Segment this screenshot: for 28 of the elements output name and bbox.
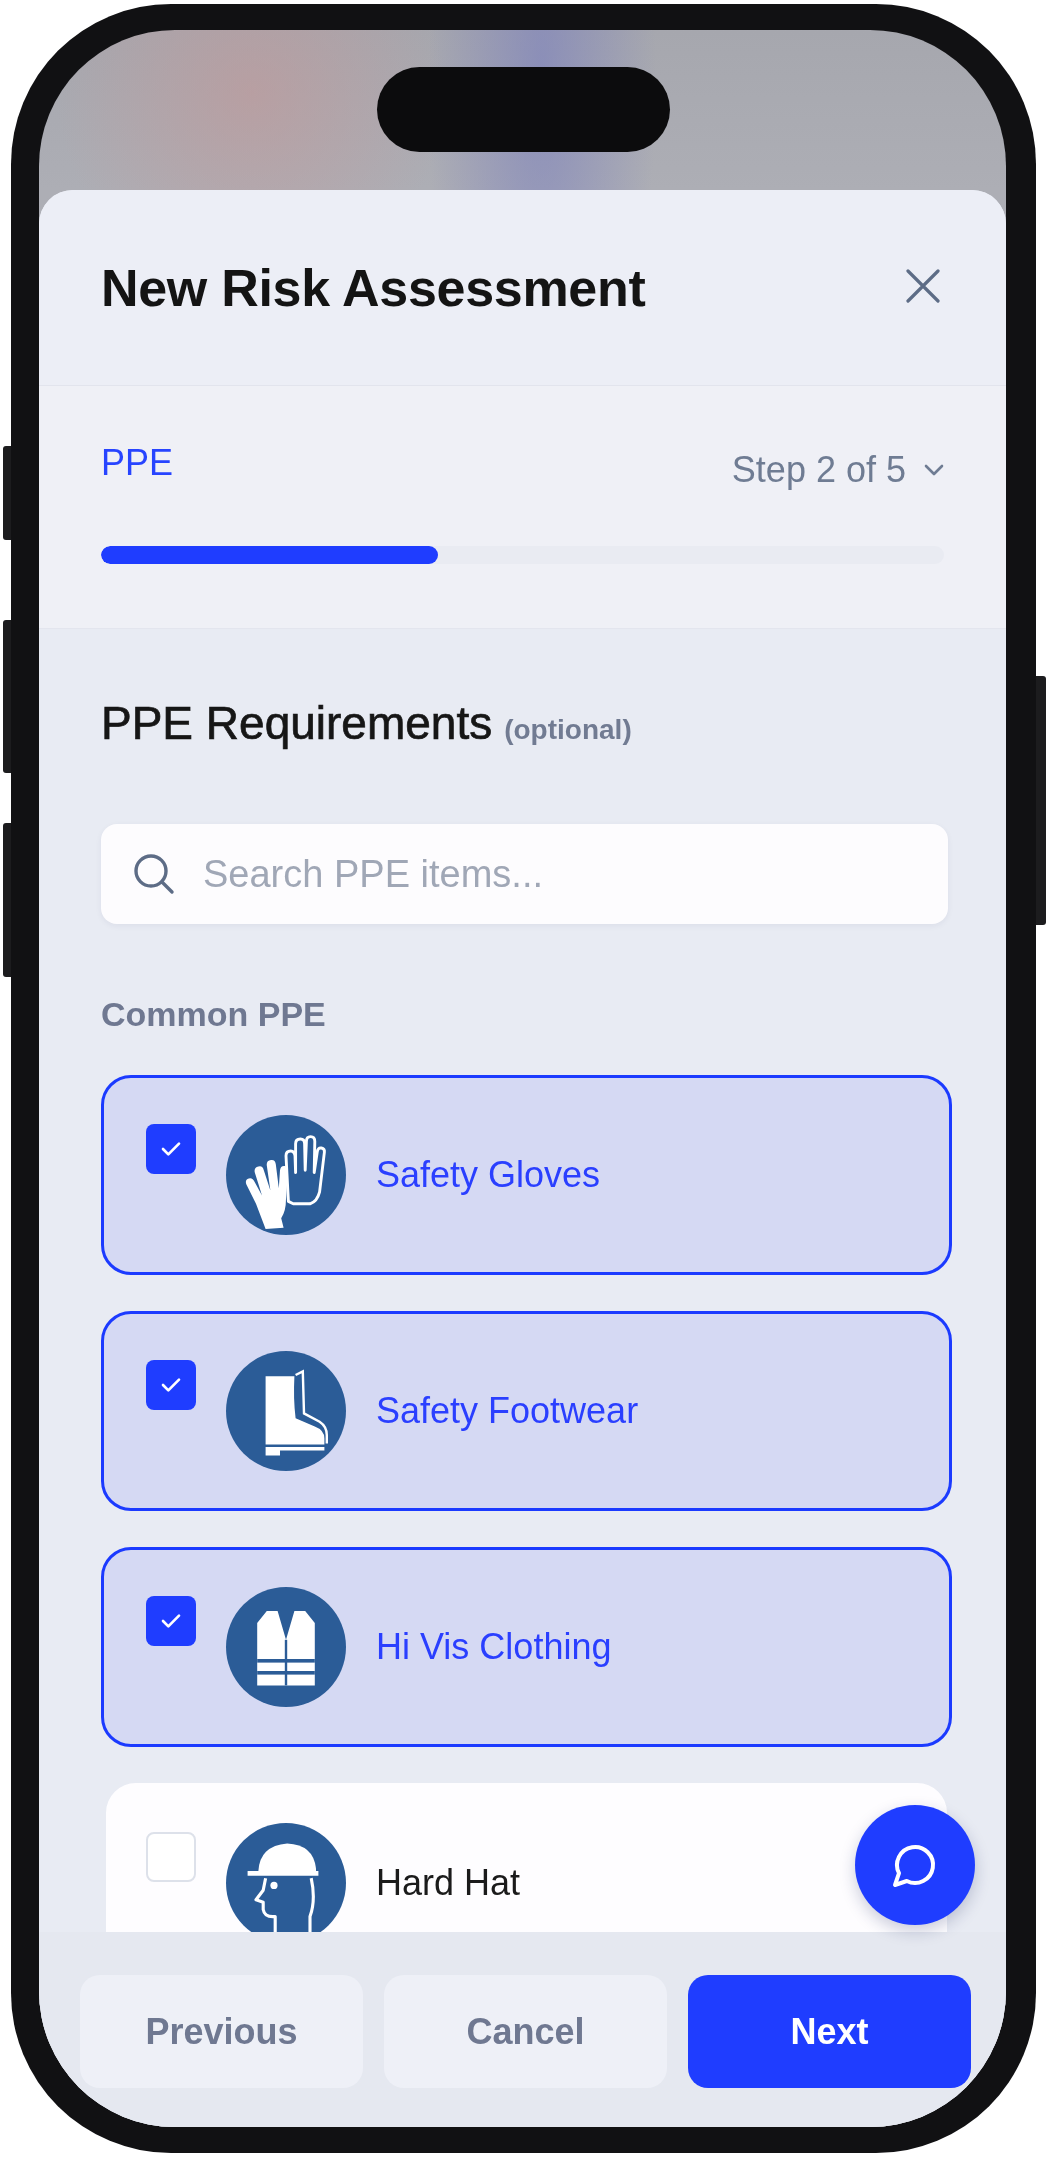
optional-note: (optional) (504, 713, 632, 747)
ppe-option-card[interactable]: Hard Hat (106, 1783, 947, 1932)
chevron-down-icon (924, 464, 944, 476)
previous-button[interactable]: Previous (80, 1975, 363, 2088)
ppe-option-card[interactable]: Safety Gloves (101, 1075, 952, 1275)
check-icon (160, 1141, 182, 1157)
ppe-option-card[interactable]: Hi Vis Clothing (101, 1547, 952, 1747)
checkbox[interactable] (146, 1832, 196, 1882)
step-name: PPE (101, 441, 174, 485)
section-heading: PPE Requirements (101, 696, 493, 751)
group-label: Common PPE (101, 994, 327, 1034)
check-icon (160, 1613, 182, 1629)
search-icon (133, 853, 175, 895)
checkbox[interactable] (146, 1360, 196, 1410)
search-field[interactable]: Search PPE items... (101, 824, 948, 924)
vest-icon (226, 1587, 346, 1707)
sheet-title: New Risk Assessment (101, 257, 646, 318)
cancel-button[interactable]: Cancel (384, 1975, 667, 2088)
checkbox[interactable] (146, 1596, 196, 1646)
ppe-option-card[interactable]: Safety Footwear (101, 1311, 952, 1511)
checkbox[interactable] (146, 1124, 196, 1174)
gloves-icon (226, 1115, 346, 1235)
next-button[interactable]: Next (688, 1975, 971, 2088)
close-button[interactable] (906, 268, 940, 303)
boot-icon (226, 1351, 346, 1471)
check-icon (160, 1377, 182, 1393)
step-dropdown[interactable]: Step 2 of 5 (731, 448, 944, 492)
close-icon (906, 268, 940, 303)
